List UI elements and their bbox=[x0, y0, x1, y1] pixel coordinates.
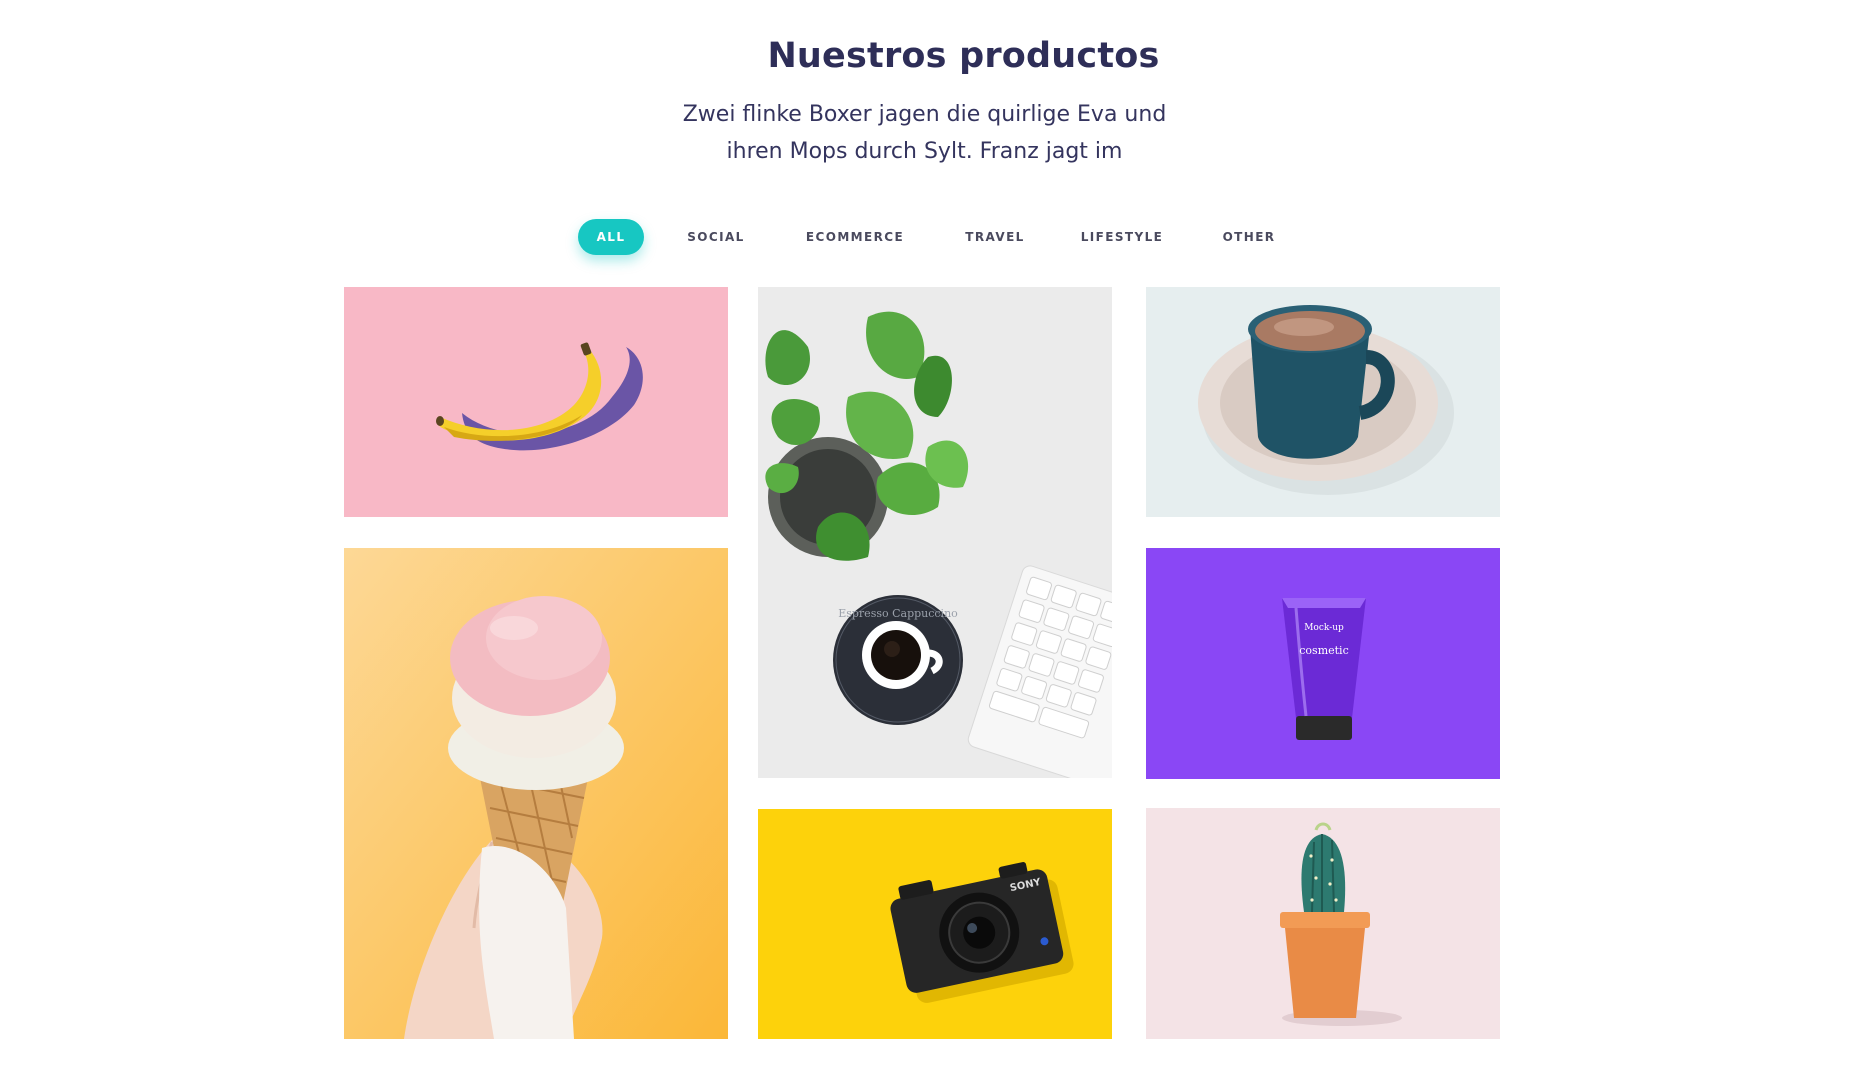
filter-all[interactable]: ALL bbox=[578, 219, 644, 255]
gallery-item-camera[interactable]: SONY bbox=[758, 809, 1112, 1039]
portfolio-filter-bar: ALL SOCIAL ECOMMERCE TRAVEL LIFESTYLE OT… bbox=[0, 219, 1849, 255]
gallery-item-ice-cream[interactable] bbox=[344, 548, 728, 1039]
filter-ecommerce[interactable]: ECOMMERCE bbox=[800, 219, 910, 255]
camera-image: SONY bbox=[758, 809, 1112, 1039]
filter-social[interactable]: SOCIAL bbox=[680, 219, 752, 255]
ice-cream-image bbox=[344, 548, 728, 1039]
filter-travel[interactable]: TRAVEL bbox=[960, 219, 1030, 255]
coaster-text: Espresso Cappuccino bbox=[838, 607, 958, 620]
gallery-item-banana[interactable] bbox=[344, 287, 728, 517]
mockup-label: Mock-up bbox=[1304, 623, 1344, 633]
section-header: Nuestros productos Zwei flinke Boxer jag… bbox=[0, 0, 1849, 180]
subtitle-line-1: Zwei flinke Boxer jagen die quirlige Eva… bbox=[682, 102, 1167, 127]
page-title: Nuestros productos bbox=[767, 36, 1160, 76]
coffee-cup-image bbox=[1146, 287, 1500, 517]
filter-lifestyle[interactable]: LIFESTYLE bbox=[1080, 219, 1164, 255]
page-subtitle: Zwei flinke Boxer jagen die quirlige Eva… bbox=[0, 96, 1849, 170]
gallery-item-cosmetic[interactable]: Mock-up cosmetic bbox=[1146, 548, 1500, 779]
banana-image bbox=[344, 287, 728, 517]
filter-other[interactable]: OTHER bbox=[1217, 219, 1281, 255]
cactus-image bbox=[1146, 808, 1500, 1039]
gallery-item-cactus[interactable] bbox=[1146, 808, 1500, 1039]
cosmetic-tube-image: Mock-up cosmetic bbox=[1146, 548, 1500, 779]
plant-coffee-keyboard-image: Espresso Cappuccino bbox=[758, 287, 1112, 778]
cosmetic-label: cosmetic bbox=[1299, 644, 1348, 657]
gallery-item-plant-coffee[interactable]: Espresso Cappuccino bbox=[758, 287, 1112, 778]
subtitle-line-2: ihren Mops durch Sylt. Franz jagt im bbox=[726, 139, 1123, 164]
gallery-item-coffee-cup[interactable] bbox=[1146, 287, 1500, 517]
